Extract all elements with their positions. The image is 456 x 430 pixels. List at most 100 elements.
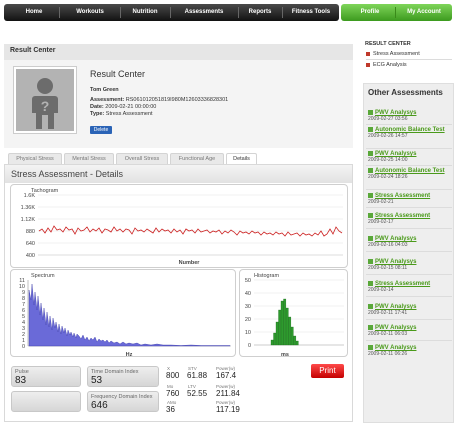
- bullet-icon: [366, 62, 370, 67]
- assessment-icon: [368, 151, 373, 156]
- histogram-chart: Histogram 50 40 30 20 10 0 ms: [239, 269, 348, 358]
- histogram-bar: [278, 309, 282, 346]
- nav-divider: [170, 7, 171, 18]
- other-assessment-item[interactable]: PWV Analysys 2009-02-11 06:03: [368, 325, 450, 337]
- divider: [366, 165, 452, 166]
- tab-functional-age[interactable]: Functional Age: [170, 153, 224, 164]
- histogram-bar: [285, 307, 289, 346]
- histogram-ytick: 10: [245, 330, 251, 336]
- tachogram-title: Tachogram: [31, 188, 59, 194]
- divider: [366, 319, 452, 320]
- other-assessments-title: Other Assessments: [368, 88, 443, 97]
- tachogram-xlabel: Number: [179, 260, 201, 266]
- histogram-svg: Histogram 50 40 30 20 10 0 ms: [245, 273, 344, 358]
- other-assessment-item[interactable]: PWV Analysys 2009-02-15 08:11: [368, 259, 450, 271]
- nav-divider: [59, 7, 60, 18]
- histogram-ytick: 0: [248, 343, 251, 349]
- other-assessment-item[interactable]: Stress Assessment 2009-02-14: [368, 281, 450, 293]
- other-assessment-item[interactable]: PWV Analysys 2009-02-25 14:00: [368, 151, 450, 163]
- other-assessment-item[interactable]: PWV Analysys 2009-02-27 03:56: [368, 110, 450, 122]
- divider: [366, 189, 452, 190]
- assessment-icon: [368, 193, 373, 198]
- divider: [366, 251, 452, 252]
- divider: [366, 59, 452, 60]
- bullet-icon: [366, 51, 370, 56]
- spectrum-ytick: 0: [22, 344, 25, 350]
- sidebar-link-ecg-analysis[interactable]: ECG Analysis: [366, 62, 407, 68]
- type-info: Type: Stress Assessment: [90, 111, 153, 117]
- stv-value: 61.88: [187, 371, 208, 380]
- nav-my-account[interactable]: My Account: [399, 4, 449, 21]
- histogram-ytick: 50: [245, 278, 251, 284]
- nav-nutrition[interactable]: Nutrition: [122, 4, 168, 21]
- assessment-date: 2009-02-14: [368, 287, 394, 294]
- tab-physical-stress[interactable]: Physical Stress: [8, 153, 62, 164]
- amo-value: 36: [166, 405, 175, 414]
- delete-button[interactable]: Delete: [90, 126, 112, 134]
- tachogram-ytick: 1.36K: [21, 205, 36, 211]
- assessment-date: 2009-02-27 03:56: [368, 116, 408, 123]
- spectrum-svg: Spectrum 11 10 9 8 7 6 5 4 3 2 1 0 Hz: [19, 273, 231, 358]
- nav-fitness-tools[interactable]: Fitness Tools: [284, 4, 338, 21]
- assessment-icon: [368, 325, 373, 330]
- assessment-icon: [368, 213, 373, 218]
- assessment-date: 2009-02-21: [368, 199, 394, 206]
- nav-home[interactable]: Home: [12, 4, 56, 21]
- histogram-bar: [270, 339, 274, 346]
- assessment-icon: [368, 304, 373, 309]
- user-name: Tom Green: [90, 87, 119, 93]
- spectrum-yticks: 11 10 9 8 7 6 5 4 3 2 1 0: [19, 278, 25, 350]
- print-button[interactable]: Print: [311, 364, 344, 378]
- divider: [366, 148, 452, 149]
- assessment-label: Assessment:: [90, 97, 125, 103]
- assessment-date: 2009-02-11 17:41: [368, 310, 408, 317]
- histogram-ytick: 30: [245, 304, 251, 310]
- result-center-title: Result Center: [90, 69, 146, 79]
- assessment-icon: [368, 236, 373, 241]
- power3-value: 117.19: [216, 405, 240, 414]
- nav-profile[interactable]: Profile: [349, 4, 391, 21]
- assessment-date: 2009-02-24 18:26: [368, 174, 408, 181]
- person-icon: ?: [32, 78, 58, 129]
- spectrum-xlabel: Hz: [126, 352, 133, 358]
- histogram-bar: [275, 321, 279, 346]
- assessment-icon: [368, 168, 373, 173]
- power2-value: 211.84: [216, 389, 240, 398]
- histogram-bar: [288, 316, 292, 346]
- other-assessment-item[interactable]: PWV Analysys 2009-02-11 17:41: [368, 304, 450, 316]
- tab-overall-stress[interactable]: Overall Stress: [116, 153, 168, 164]
- nav-reports[interactable]: Reports: [240, 4, 280, 21]
- spectrum-title: Spectrum: [31, 273, 55, 279]
- assessment-icon: [368, 345, 373, 350]
- other-assessment-item[interactable]: PWV Analysys 2009-02-11 06:26: [368, 345, 450, 357]
- tachogram-grid: [38, 194, 343, 256]
- divider: [366, 228, 452, 229]
- tachogram-ytick: 1.6K: [24, 193, 36, 199]
- tachogram-ytick: 640: [26, 241, 35, 247]
- result-center-header: Result Center: [4, 44, 353, 60]
- assessment-date: 2009-02-26 14:57: [368, 133, 408, 140]
- histogram-bar: [295, 340, 299, 346]
- assessment-date: 2009-02-11 06:03: [368, 331, 408, 338]
- x-value: 800: [166, 371, 180, 380]
- other-assessment-item[interactable]: Autonomic Balance Test 2009-02-24 18:26: [368, 168, 450, 180]
- tachogram-ytick: 400: [26, 253, 35, 259]
- other-assessment-item[interactable]: Stress Assessment 2009-02-17: [368, 213, 450, 225]
- divider: [366, 340, 452, 341]
- date-label: Date:: [90, 104, 104, 110]
- histogram-ytick: 40: [245, 291, 251, 297]
- sidebar-link-stress-assessment[interactable]: Stress Assessment: [366, 51, 420, 57]
- frequency-domain-value: 646: [91, 400, 108, 411]
- assessment-icon: [368, 127, 373, 132]
- tab-mental-stress[interactable]: Mental Stress: [64, 153, 114, 164]
- divider: [366, 296, 452, 297]
- nav-assessments[interactable]: Assessments: [172, 4, 236, 21]
- other-assessment-item[interactable]: Autonomic Balance Test 2009-02-26 14:57: [368, 127, 450, 139]
- assessment-date: 2009-02-11 06:26: [368, 351, 408, 358]
- nav-divider: [120, 7, 121, 18]
- nav-workouts[interactable]: Workouts: [62, 4, 118, 21]
- other-assessment-item[interactable]: PWV Analysys 2009-02-16 04:03: [368, 236, 450, 248]
- other-assessment-item[interactable]: Stress Assessment 2009-02-21: [368, 193, 450, 205]
- assessment-value: RS061012051819I980M12603336828301: [125, 97, 229, 103]
- divider: [366, 207, 452, 208]
